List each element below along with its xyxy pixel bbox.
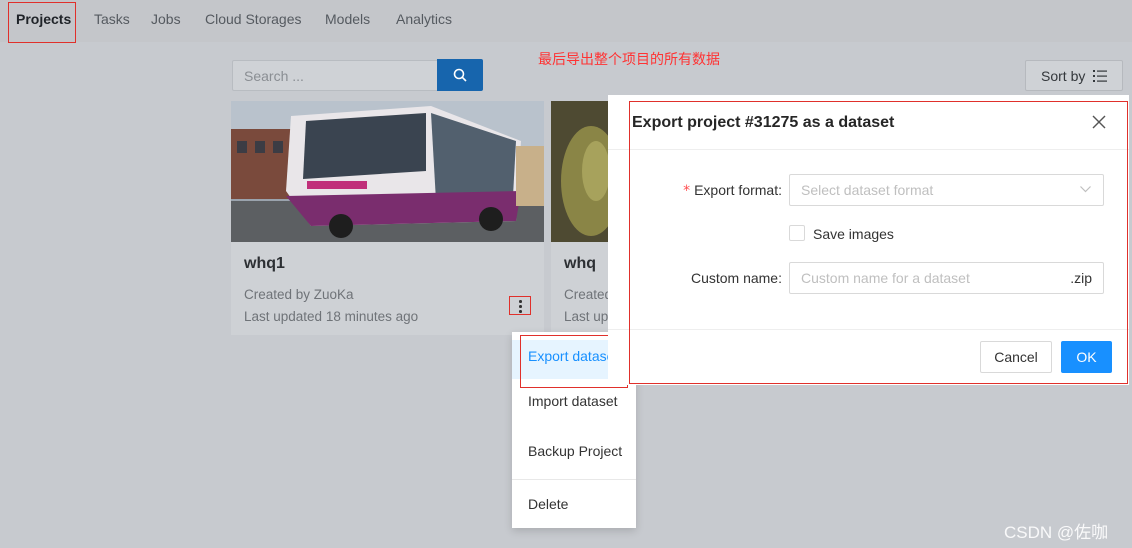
- project-last-updated: Last up: [564, 309, 609, 324]
- more-actions-button[interactable]: [509, 296, 531, 315]
- project-card[interactable]: whq1 Created by ZuoKa Last updated 18 mi…: [231, 101, 544, 335]
- search-icon: [453, 68, 467, 82]
- project-title[interactable]: whq1: [244, 255, 285, 273]
- project-card[interactable]: whq Created Last up: [551, 101, 611, 335]
- watermark: CSDN @佐咖: [1004, 523, 1109, 542]
- nav-tasks[interactable]: Tasks: [94, 11, 130, 27]
- sort-list-icon: [1093, 70, 1107, 82]
- more-vertical-icon: [519, 300, 522, 303]
- annotation-box-projects: [8, 2, 76, 43]
- project-thumbnail[interactable]: [231, 101, 544, 242]
- nav-models[interactable]: Models: [325, 11, 370, 27]
- menu-item-backup-project[interactable]: Backup Project: [512, 443, 636, 459]
- menu-divider: [512, 479, 636, 480]
- search-button[interactable]: [437, 59, 483, 91]
- sort-by-button[interactable]: Sort by: [1025, 60, 1123, 91]
- nav-cloud-storages[interactable]: Cloud Storages: [205, 11, 302, 27]
- menu-item-import-dataset[interactable]: Import dataset: [512, 393, 636, 409]
- nav-jobs[interactable]: Jobs: [151, 11, 181, 27]
- menu-item-delete[interactable]: Delete: [512, 496, 636, 512]
- project-created-by: Created by ZuoKa: [244, 287, 354, 302]
- nav-analytics[interactable]: Analytics: [396, 11, 452, 27]
- annotation-box-modal: [629, 101, 1128, 384]
- annotation-text: 最后导出整个项目的所有数据: [538, 51, 720, 67]
- sort-by-label: Sort by: [1041, 68, 1086, 84]
- project-thumbnail[interactable]: [551, 101, 611, 242]
- project-title[interactable]: whq: [564, 255, 596, 273]
- project-last-updated: Last updated 18 minutes ago: [244, 309, 419, 324]
- top-navigation: Projects Tasks Jobs Cloud Storages Model…: [0, 0, 1132, 42]
- project-created-by: Created: [564, 287, 611, 302]
- search-input[interactable]: Search ...: [232, 60, 438, 91]
